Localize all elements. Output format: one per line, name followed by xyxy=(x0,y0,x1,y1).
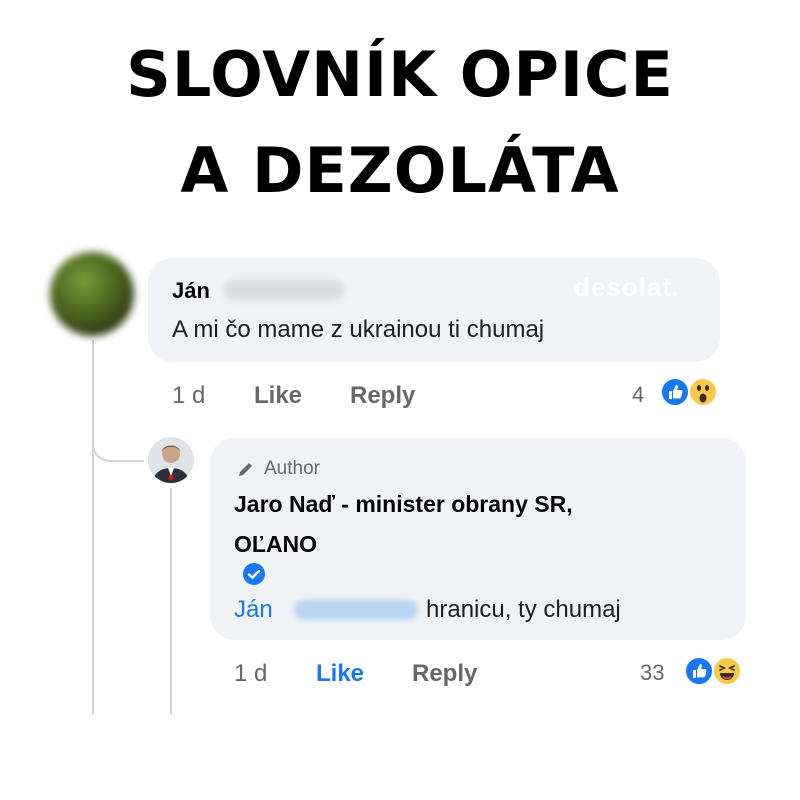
comment-timestamp[interactable]: 1 d xyxy=(172,382,205,410)
minister-avatar[interactable] xyxy=(148,437,194,483)
pencil-icon xyxy=(239,461,254,476)
reply-timestamp[interactable]: 1 d xyxy=(234,660,267,688)
headline-line-1: SLOVNÍK OPICE xyxy=(126,38,674,111)
blurred-surname xyxy=(224,280,344,300)
comment-text: A mi čo mame z ukrainou ti chumaj xyxy=(172,316,545,343)
author-badge: Author xyxy=(236,458,320,480)
author-badge-label: Author xyxy=(264,458,320,479)
like-icon xyxy=(660,377,690,407)
person-avatar-icon xyxy=(148,437,194,483)
haha-icon xyxy=(712,656,742,686)
blurred-mention-surname xyxy=(294,600,418,620)
mention-link[interactable]: Ján xyxy=(234,596,273,624)
reply-like-button[interactable]: Like xyxy=(316,660,364,688)
watermark: desolat. xyxy=(574,272,681,302)
comment-bubble: Ján desolat. A mi čo mame z ukrainou ti … xyxy=(148,258,720,362)
comment-reply-button[interactable]: Reply xyxy=(350,382,415,410)
minister-name[interactable]: Jaro Naď - minister obrany SR, OĽANO xyxy=(234,484,704,564)
commenter-name[interactable]: Ján xyxy=(172,278,210,304)
reply-reaction-count[interactable]: 33 xyxy=(640,660,664,686)
commenter-avatar[interactable] xyxy=(50,252,134,336)
headline-line-2: A DEZOLÁTA xyxy=(180,134,620,207)
reply-reply-button[interactable]: Reply xyxy=(412,660,477,688)
minister-name-line-1[interactable]: Jaro Naď - minister obrany SR, xyxy=(234,484,704,524)
thread-connector xyxy=(92,420,144,462)
verified-badge-icon xyxy=(243,563,265,585)
comment-reaction-count[interactable]: 4 xyxy=(632,382,644,408)
reply-text: hranicu, ty chumaj xyxy=(426,596,621,623)
comment-like-button[interactable]: Like xyxy=(254,382,302,410)
thread-line xyxy=(92,340,94,715)
minister-name-line-2[interactable]: OĽANO xyxy=(234,524,704,564)
like-icon xyxy=(684,656,714,686)
wow-icon xyxy=(688,377,718,407)
reply-thread-line xyxy=(170,488,172,715)
